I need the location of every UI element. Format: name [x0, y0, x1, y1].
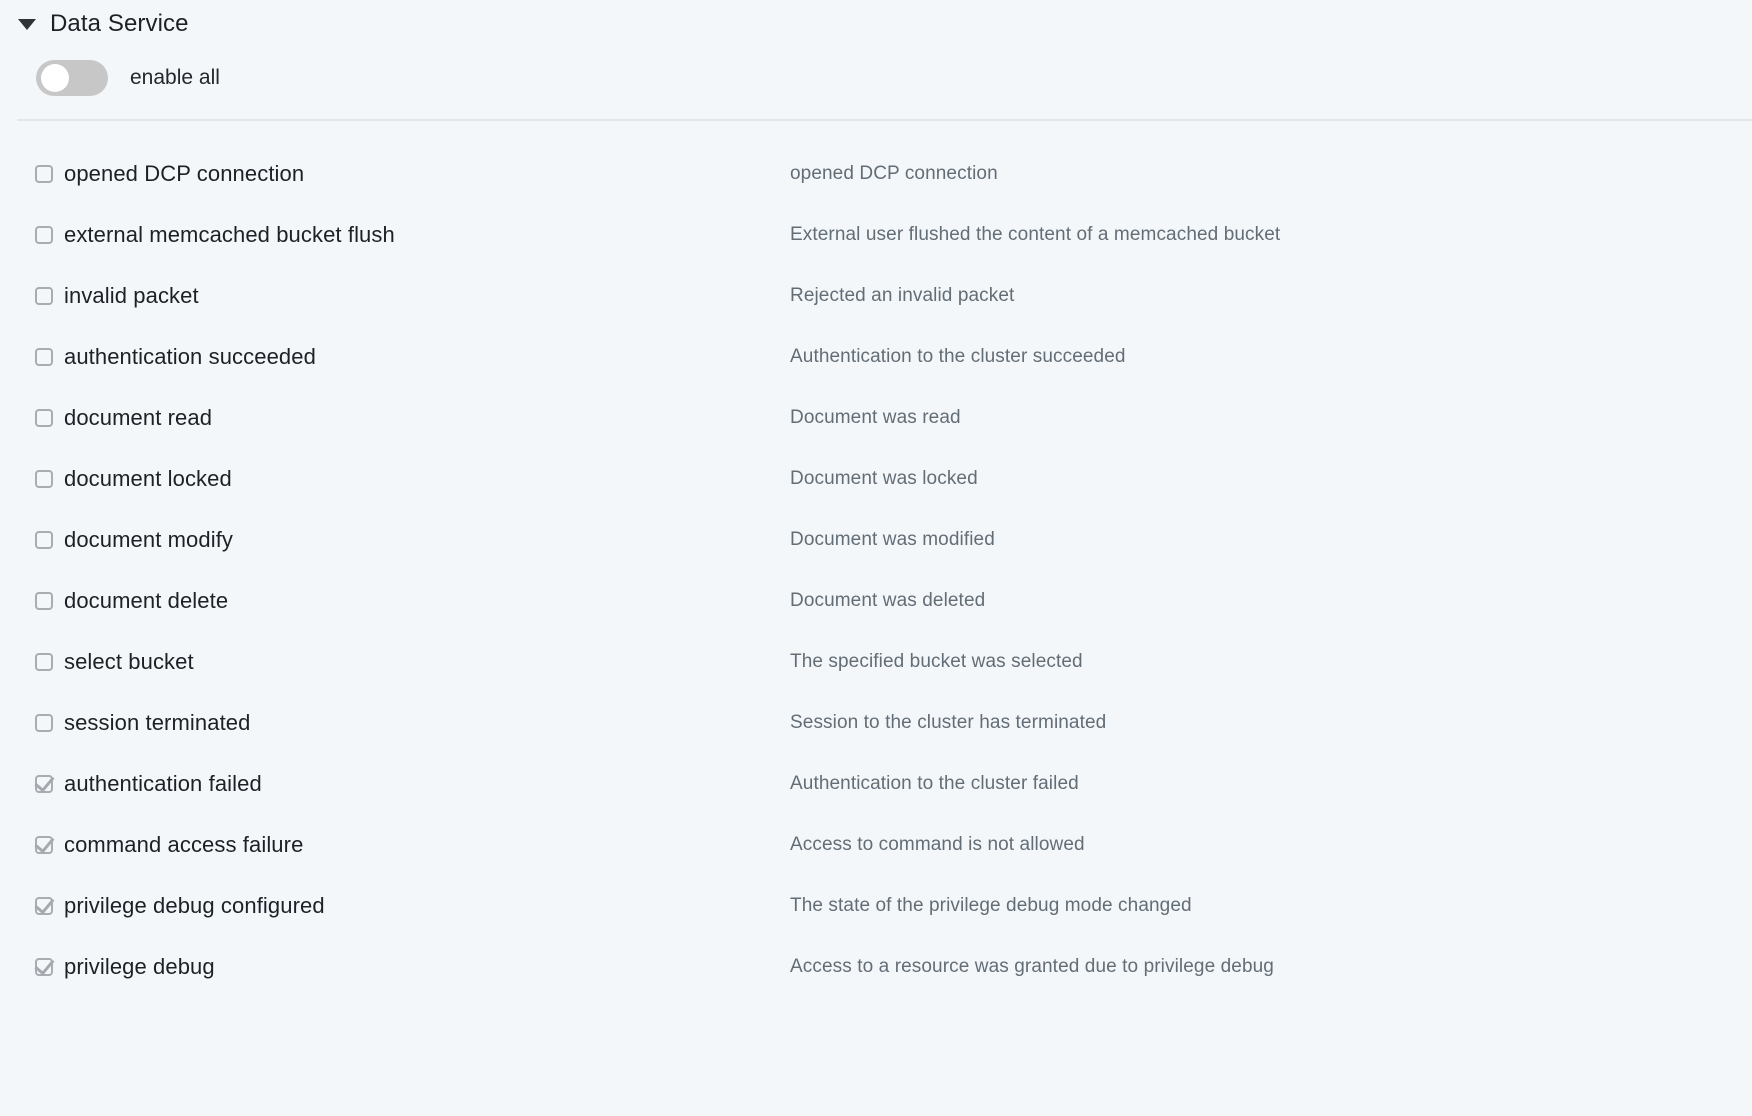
event-checkbox[interactable]	[35, 408, 53, 427]
event-label-cell: document delete	[0, 588, 790, 614]
event-name: document delete	[64, 587, 229, 613]
event-label-cell: authentication succeeded	[0, 344, 790, 370]
event-checkbox[interactable]	[35, 225, 53, 244]
event-checkbox[interactable]	[35, 164, 53, 183]
event-row[interactable]: document read Document was read	[0, 387, 1752, 448]
event-checkbox[interactable]	[35, 530, 53, 549]
event-row[interactable]: document delete Document was deleted	[0, 570, 1752, 631]
event-checkbox[interactable]	[35, 713, 53, 732]
event-description: Access to command is not allowed	[790, 833, 1085, 855]
chevron-down-icon[interactable]	[18, 18, 36, 30]
event-description: opened DCP connection	[790, 162, 998, 184]
event-checkbox-checked[interactable]	[35, 835, 53, 854]
event-name: command access failure	[64, 831, 304, 857]
event-label-cell: opened DCP connection	[0, 161, 790, 187]
event-label-cell: command access failure	[0, 832, 790, 858]
toggle-knob	[41, 64, 69, 92]
event-name: external memcached bucket flush	[64, 221, 395, 247]
event-row[interactable]: privilege debug Access to a resource was …	[0, 936, 1752, 997]
event-name: document modify	[64, 526, 234, 552]
enable-all-row[interactable]: enable all	[0, 48, 1752, 108]
event-row[interactable]: document locked Document was locked	[0, 448, 1752, 509]
page-title: Data Service	[50, 10, 189, 37]
event-description: Session to the cluster has terminated	[790, 711, 1107, 733]
event-description: Document was read	[790, 406, 961, 428]
event-name: privilege debug	[64, 953, 215, 979]
event-label-cell: session terminated	[0, 710, 790, 736]
event-label-cell: authentication failed	[0, 771, 790, 797]
event-description: The specified bucket was selected	[790, 650, 1083, 672]
header-divider	[17, 119, 1752, 121]
event-description: Access to a resource was granted due to …	[790, 955, 1274, 977]
enable-all-label: enable all	[130, 66, 220, 89]
event-name: document read	[64, 404, 213, 430]
event-row[interactable]: select bucket The specified bucket was se…	[0, 631, 1752, 692]
event-name: document locked	[64, 465, 232, 491]
event-row[interactable]: command access failure Access to command …	[0, 814, 1752, 875]
event-checkbox-checked[interactable]	[35, 957, 53, 976]
event-row[interactable]: document modify Document was modified	[0, 509, 1752, 570]
event-description: Rejected an invalid packet	[790, 284, 1015, 306]
event-checkbox-checked[interactable]	[35, 896, 53, 915]
event-label-cell: document locked	[0, 466, 790, 492]
event-description: Document was modified	[790, 528, 995, 550]
event-label-cell: document modify	[0, 527, 790, 553]
event-row[interactable]: privilege debug configured The state of t…	[0, 875, 1752, 936]
event-checkbox[interactable]	[35, 347, 53, 366]
event-checkbox[interactable]	[35, 286, 53, 305]
event-row[interactable]: authentication succeeded Authentication t…	[0, 326, 1752, 387]
event-name: invalid packet	[64, 282, 199, 308]
event-name: authentication succeeded	[64, 343, 316, 369]
event-description: External user flushed the content of a m…	[790, 223, 1281, 245]
event-description: Document was deleted	[790, 589, 986, 611]
event-label-cell: select bucket	[0, 649, 790, 675]
event-list: opened DCP connection opened DCP connecti…	[0, 143, 1752, 997]
event-name: authentication failed	[64, 770, 262, 796]
section-header[interactable]: Data Service	[0, 0, 1752, 48]
event-label-cell: external memcached bucket flush	[0, 222, 790, 248]
event-checkbox[interactable]	[35, 591, 53, 610]
event-label-cell: document read	[0, 405, 790, 431]
event-row[interactable]: session terminated Session to the cluster…	[0, 692, 1752, 753]
event-label-cell: privilege debug configured	[0, 893, 790, 919]
event-name: select bucket	[64, 648, 194, 674]
event-label-cell: invalid packet	[0, 283, 790, 309]
event-description: Authentication to the cluster failed	[790, 772, 1079, 794]
event-row[interactable]: authentication failed Authentication to t…	[0, 753, 1752, 814]
event-row[interactable]: invalid packet Rejected an invalid packet	[0, 265, 1752, 326]
enable-all-toggle[interactable]	[36, 60, 108, 96]
event-description: Document was locked	[790, 467, 978, 489]
event-checkbox[interactable]	[35, 469, 53, 488]
event-name: privilege debug configured	[64, 892, 325, 918]
event-description: The state of the privilege debug mode ch…	[790, 894, 1192, 916]
event-description: Authentication to the cluster succeeded	[790, 345, 1126, 367]
event-name: session terminated	[64, 709, 251, 735]
event-label-cell: privilege debug	[0, 954, 790, 980]
event-checkbox-checked[interactable]	[35, 774, 53, 793]
event-checkbox[interactable]	[35, 652, 53, 671]
event-row[interactable]: external memcached bucket flush External …	[0, 204, 1752, 265]
event-name: opened DCP connection	[64, 160, 305, 186]
event-row[interactable]: opened DCP connection opened DCP connecti…	[0, 143, 1752, 204]
